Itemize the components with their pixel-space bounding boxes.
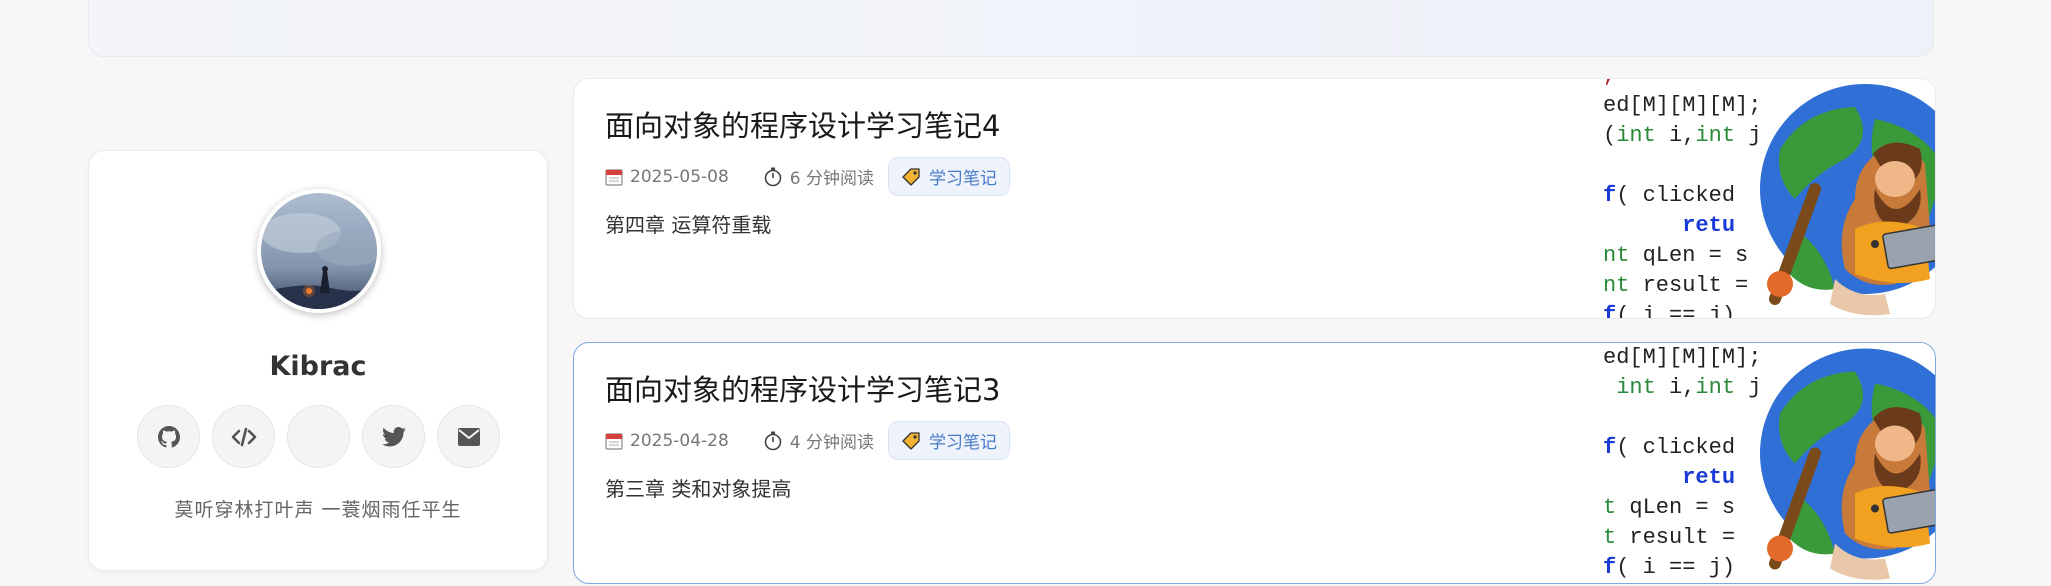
stopwatch-icon xyxy=(764,431,782,450)
post-card[interactable]: 面向对象的程序设计学习笔记4 2025-05-08 6 分钟阅读 学习笔记 第四… xyxy=(573,78,1936,319)
post-thumbnail[interactable]: ed[M][M][M]; int i,int j f( clicked retu… xyxy=(1603,343,1935,583)
blank-social-button[interactable] xyxy=(287,405,350,468)
post-read-time: 6 分钟阅读 xyxy=(763,164,874,189)
tag-icon xyxy=(902,431,920,450)
post-card[interactable]: 面向对象的程序设计学习笔记3 2025-04-28 4 分钟阅读 学习笔记 第三… xyxy=(573,342,1936,584)
calendar-icon xyxy=(605,168,623,186)
post-excerpt: 第四章 运算符重载 xyxy=(605,213,772,237)
post-read-time-text: 4 分钟阅读 xyxy=(789,433,875,453)
code-button[interactable] xyxy=(212,405,275,468)
post-date-text: 2025-04-28 xyxy=(630,430,729,451)
mail-icon xyxy=(457,427,480,446)
avatar-image xyxy=(261,193,377,309)
post-title[interactable]: 面向对象的程序设计学习笔记3 xyxy=(605,367,1000,409)
twitter-icon xyxy=(381,426,406,446)
post-tag-label: 学习笔记 xyxy=(929,433,998,453)
caveman-mascot-image xyxy=(1760,84,1935,316)
profile-card: Kibrac 莫听穿林打叶声 一蓑烟雨任平生 xyxy=(88,150,548,571)
github-icon xyxy=(157,425,180,447)
post-tag[interactable]: 学习笔记 xyxy=(888,421,1011,460)
code-icon xyxy=(231,427,256,446)
twitter-button[interactable] xyxy=(362,405,425,468)
author-name: Kibrac xyxy=(269,351,367,382)
author-bio: 莫听穿林打叶声 一蓑烟雨任平生 xyxy=(174,499,462,521)
post-meta: 2025-05-08 6 分钟阅读 学习笔记 xyxy=(605,157,1011,196)
post-tag[interactable]: 学习笔记 xyxy=(888,157,1011,196)
post-read-time: 4 分钟阅读 xyxy=(763,428,874,453)
post-title[interactable]: 面向对象的程序设计学习笔记4 xyxy=(605,103,1000,145)
github-button[interactable] xyxy=(137,405,200,468)
post-tag-label: 学习笔记 xyxy=(929,169,998,189)
caveman-mascot-image xyxy=(1760,348,1935,580)
post-date: 2025-05-08 xyxy=(605,167,729,187)
post-read-time-text: 6 分钟阅读 xyxy=(789,169,875,189)
post-date: 2025-04-28 xyxy=(605,431,729,451)
mail-button[interactable] xyxy=(437,405,500,468)
top-banner xyxy=(88,0,1934,57)
post-date-text: 2025-05-08 xyxy=(630,166,729,187)
post-thumbnail[interactable]: , ed[M][M][M]; (int i,int j f( clicked r… xyxy=(1603,79,1935,318)
tag-icon xyxy=(902,167,920,186)
calendar-icon xyxy=(605,432,623,450)
post-excerpt: 第三章 类和对象提高 xyxy=(605,477,792,501)
avatar[interactable] xyxy=(257,189,381,313)
stopwatch-icon xyxy=(764,167,782,186)
social-links xyxy=(137,405,500,468)
post-meta: 2025-04-28 4 分钟阅读 学习笔记 xyxy=(605,421,1011,460)
